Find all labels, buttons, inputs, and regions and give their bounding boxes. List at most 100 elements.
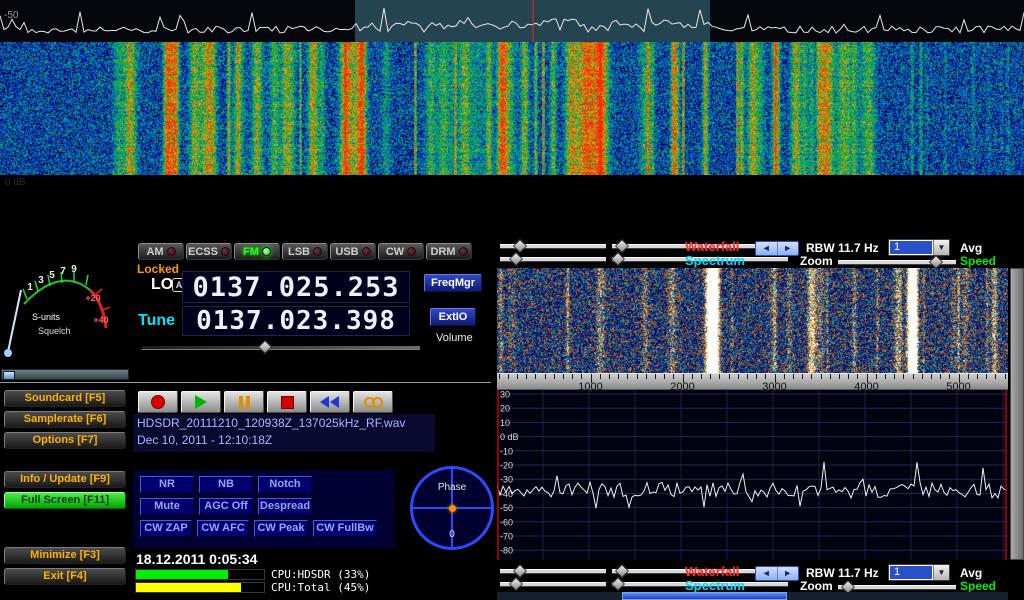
- waterfall-brightness-slider-bottom[interactable]: [500, 569, 606, 574]
- db-scale-label: 10: [500, 418, 510, 428]
- right-arrow-icon[interactable]: ►: [778, 242, 799, 255]
- spectrum-toggle-bottom[interactable]: Spectrum: [685, 578, 745, 593]
- dsp-button-notch[interactable]: Notch: [258, 476, 312, 493]
- secondary-waterfall[interactable]: [497, 268, 1008, 373]
- function-button-2[interactable]: Options [F7]: [4, 432, 126, 449]
- stop-button[interactable]: [267, 391, 307, 413]
- smeter-scale-label-red: +20: [85, 293, 100, 303]
- dsp-button-despread[interactable]: Despread: [258, 498, 312, 515]
- function-button-4[interactable]: Full Screen [F11]: [4, 492, 126, 509]
- main-spectrum-display[interactable]: -50: [0, 0, 1024, 42]
- db-scale-label: 20: [500, 404, 510, 414]
- zoom-label-bottom: Zoom: [800, 579, 833, 593]
- ruler-tick: [710, 374, 711, 379]
- function-button-1[interactable]: Samplerate [F6]: [4, 411, 126, 428]
- dsp-button-cw-fullbw[interactable]: CW FullBw: [313, 520, 377, 537]
- dsp-button-agc-off[interactable]: AGC Off: [199, 498, 253, 515]
- secondary-spectrum-display[interactable]: 3020100 dB-10-20-30-40-50-60-70-80: [497, 390, 1008, 560]
- slider-handle-icon[interactable]: [509, 577, 523, 591]
- mode-label: USB: [335, 246, 358, 258]
- slider-handle-icon[interactable]: [509, 252, 523, 266]
- play-button[interactable]: [181, 391, 221, 413]
- pan-scrollbar[interactable]: [497, 592, 1008, 600]
- squelch-slider[interactable]: [1, 369, 129, 380]
- right-vertical-scrollbar[interactable]: [1010, 268, 1024, 560]
- slider-handle-icon[interactable]: [611, 252, 625, 266]
- record-button[interactable]: [138, 391, 178, 413]
- mode-led-icon: [459, 247, 468, 256]
- slider-handle-icon[interactable]: [611, 577, 625, 591]
- dsp-button-cw-zap[interactable]: CW ZAP: [140, 520, 192, 537]
- band-adjust-arrows-top[interactable]: ◄►: [755, 241, 799, 256]
- function-button-0[interactable]: Soundcard [F5]: [4, 390, 126, 407]
- current-datetime: 18.12.2011 0:05:34: [136, 551, 257, 567]
- spectrum-toggle-top[interactable]: Spectrum: [685, 253, 745, 268]
- mode-button-drm[interactable]: DRM: [426, 243, 472, 260]
- smeter-scale-label: 9: [71, 264, 77, 275]
- pause-button[interactable]: [224, 391, 264, 413]
- slider-handle-icon[interactable]: [929, 255, 943, 269]
- band-adjust-arrows-bottom[interactable]: ◄►: [755, 566, 799, 581]
- volume-slider-handle[interactable]: [258, 340, 272, 354]
- avg-count-select-bottom[interactable]: 1▼: [888, 564, 950, 581]
- ruler-tick: [857, 374, 858, 379]
- function-button-3[interactable]: Info / Update [F9]: [4, 471, 126, 488]
- mode-led-icon: [362, 247, 371, 256]
- ruler-tick: [627, 374, 628, 379]
- left-arrow-icon[interactable]: ◄: [756, 567, 778, 580]
- avg-count-select-top[interactable]: 1▼: [888, 239, 950, 256]
- ruler-tick: [738, 374, 739, 379]
- ruler-tick: [830, 374, 831, 379]
- ruler-tick: [618, 374, 619, 379]
- smeter-needle-icon: [8, 290, 21, 352]
- loop-button[interactable]: [353, 391, 393, 413]
- phase-indicator: Phase 0: [410, 466, 494, 550]
- freqmgr-button[interactable]: FreqMgr: [424, 274, 482, 292]
- dsp-panel: NR NB Notch Mute AGC Off Despread CW ZAP CW AFC…: [133, 470, 395, 548]
- pan-scrollbar-thumb[interactable]: [622, 592, 787, 600]
- dsp-button-cw-afc[interactable]: CW AFC: [197, 520, 249, 537]
- dropdown-arrow-icon[interactable]: ▼: [933, 565, 949, 580]
- s-meter: 13579+20+40S-unitsSquelch: [0, 240, 130, 368]
- mode-button-lsb[interactable]: LSB: [282, 243, 328, 260]
- display-controls-top: Waterfall◄►RBW 11.7 Hz1▼AvgSpectrumZoomS…: [497, 238, 1024, 268]
- zoom-slider-top[interactable]: [838, 260, 956, 265]
- waterfall-brightness-slider-top[interactable]: [500, 244, 606, 249]
- mode-button-cw[interactable]: CW: [378, 243, 424, 260]
- right-arrow-icon[interactable]: ►: [778, 567, 799, 580]
- mode-button-ecss[interactable]: ECSS: [186, 243, 232, 260]
- ruler-tick: [719, 374, 720, 379]
- ruler-tick: [885, 374, 886, 379]
- extio-button[interactable]: ExtIO: [430, 308, 476, 326]
- mode-button-usb[interactable]: USB: [330, 243, 376, 260]
- volume-slider-track: [142, 345, 420, 350]
- lo-frequency-display[interactable]: 0137.025.253: [182, 271, 410, 303]
- cpu-label: CPU:HDSDR (33%): [271, 568, 370, 581]
- squelch-slider-handle[interactable]: [3, 371, 15, 380]
- dsp-button-nr[interactable]: NR: [140, 476, 194, 493]
- lo-label: LO: [151, 276, 173, 294]
- waterfall-contrast-slider-bottom[interactable]: [500, 582, 606, 587]
- db-scale-label: -10: [500, 446, 513, 456]
- ruler-tick: [876, 374, 877, 379]
- dsp-button-nb[interactable]: NB: [199, 476, 253, 493]
- function-button-6[interactable]: Exit [F4]: [4, 568, 126, 585]
- function-button-5[interactable]: Minimize [F3]: [4, 547, 126, 564]
- waterfall-contrast-slider-top[interactable]: [500, 257, 606, 262]
- left-arrow-icon[interactable]: ◄: [756, 242, 778, 255]
- tune-frequency-display[interactable]: 0137.023.398: [182, 306, 410, 336]
- dsp-button-mute[interactable]: Mute: [140, 498, 194, 515]
- record-icon: [151, 395, 165, 409]
- stop-icon: [281, 396, 294, 409]
- zoom-slider-bottom[interactable]: [838, 585, 956, 590]
- waterfall-toggle-top[interactable]: Waterfall: [685, 239, 739, 254]
- dsp-button-cw-peak[interactable]: CW Peak: [254, 520, 308, 537]
- db-scale-label: -60: [500, 517, 513, 527]
- rewind-button[interactable]: [310, 391, 350, 413]
- secondary-frequency-ruler[interactable]: 10002000300040005000: [497, 373, 1008, 390]
- waterfall-toggle-bottom[interactable]: Waterfall: [685, 564, 739, 579]
- mode-button-fm[interactable]: FM: [234, 243, 280, 260]
- volume-slider[interactable]: [142, 341, 420, 352]
- mode-button-am[interactable]: AM: [138, 243, 184, 260]
- dropdown-arrow-icon[interactable]: ▼: [933, 240, 949, 255]
